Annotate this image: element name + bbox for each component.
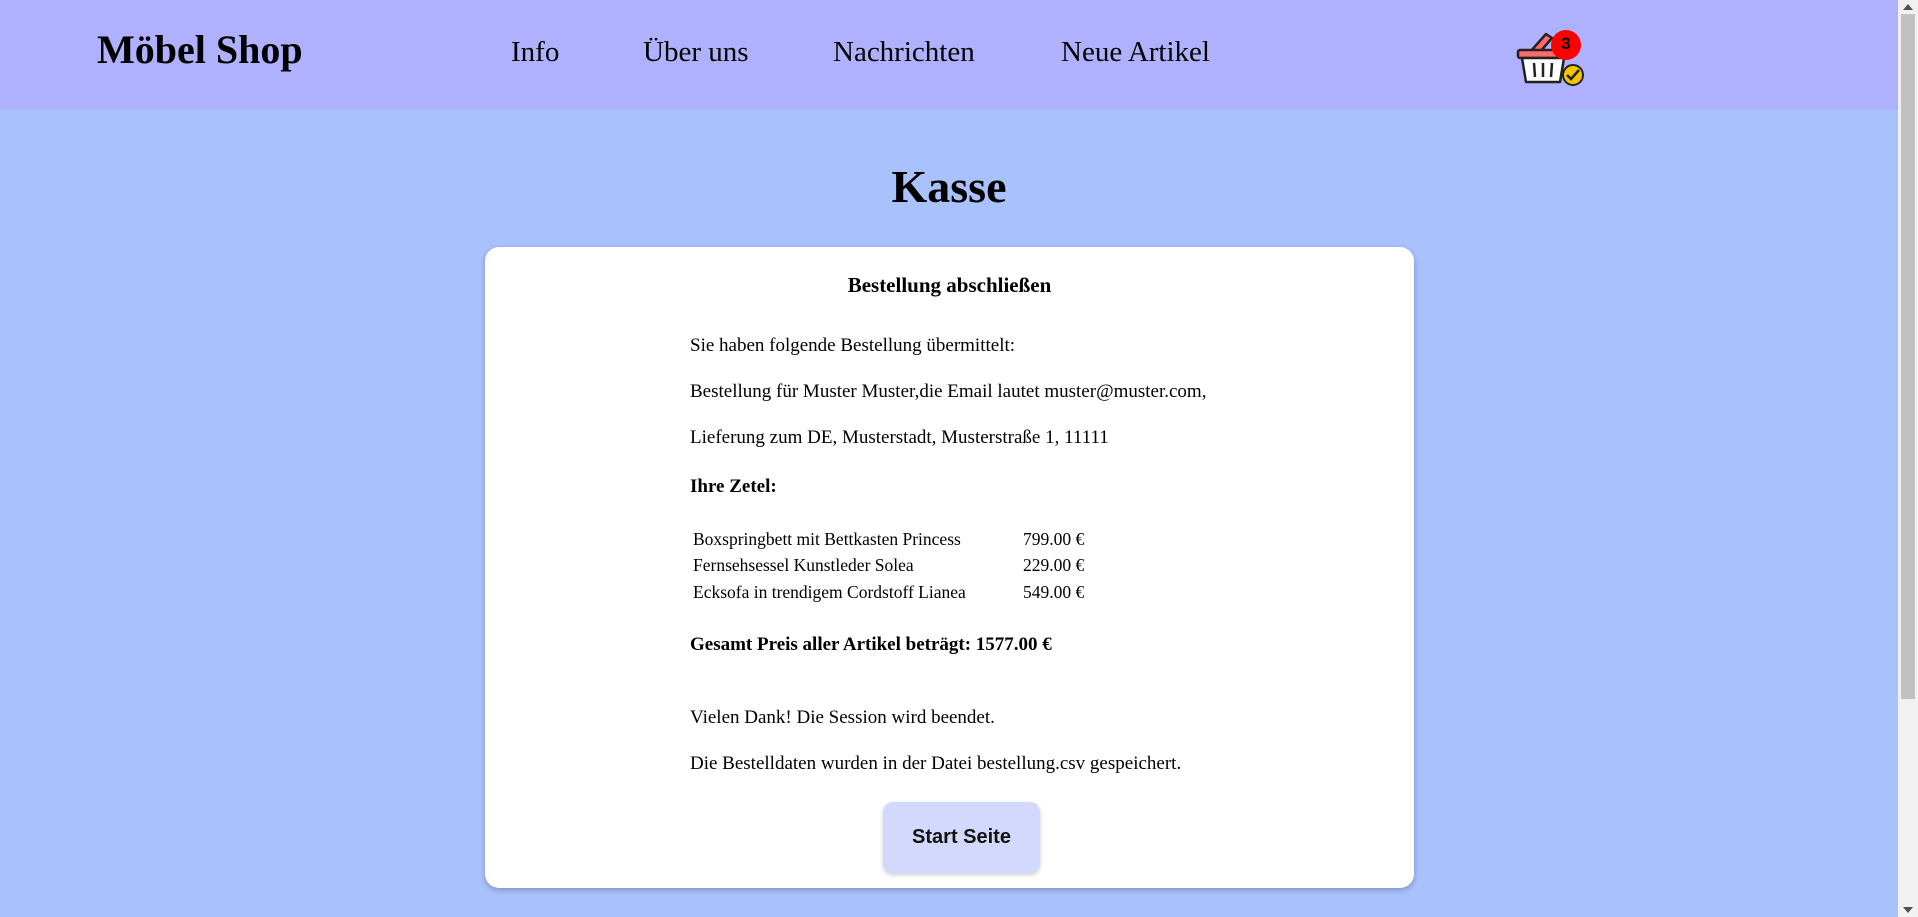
saved-note: Die Bestelldaten wurden in der Datei bes… — [690, 753, 1182, 774]
order-items-table: Boxspringbett mit Bettkasten Princess 79… — [693, 526, 1084, 606]
start-page-button[interactable]: Start Seite — [883, 802, 1040, 873]
table-row: Fernsehsessel Kunstleder Solea 229.00 € — [693, 553, 1084, 580]
item-name: Ecksofa in trendigem Cordstoff Lianea — [693, 581, 966, 602]
delivery-text: Lieferung zum DE, Musterstadt, Musterstr… — [690, 427, 1109, 448]
item-name: Fernsehsessel Kunstleder Solea — [693, 555, 914, 576]
thanks-text: Vielen Dank! Die Session wird beendet. — [690, 707, 995, 728]
nav-item-neue-artikel[interactable]: Neue Artikel — [1061, 36, 1210, 69]
site-header: Möbel Shop Info Über uns Nachrichten Neu… — [0, 0, 1898, 110]
card-title: Bestellung abschließen — [847, 273, 1052, 297]
page-title: Kasse — [891, 161, 1007, 212]
nav-item-nachrichten[interactable]: Nachrichten — [833, 36, 975, 69]
nav-item-ueber-uns[interactable]: Über uns — [643, 36, 749, 69]
cart-count-badge: 3 — [1551, 30, 1581, 60]
item-name: Boxspringbett mit Bettkasten Princess — [693, 528, 961, 549]
item-price: 799.00 € — [1023, 528, 1085, 549]
scroll-thumb[interactable] — [1901, 14, 1915, 699]
table-row: Ecksofa in trendigem Cordstoff Lianea 54… — [693, 579, 1084, 606]
check-icon — [1562, 64, 1584, 86]
item-price: 549.00 € — [1023, 581, 1085, 602]
scroll-up-icon[interactable] — [1903, 4, 1913, 10]
table-row: Boxspringbett mit Bettkasten Princess 79… — [693, 526, 1084, 553]
items-heading: Ihre Zetel: — [690, 476, 777, 497]
site-logo[interactable]: Möbel Shop — [97, 26, 303, 73]
cart-button[interactable]: 3 — [1516, 28, 1584, 90]
intro-text: Sie haben folgende Bestellung übermittel… — [690, 335, 1016, 356]
nav-item-info[interactable]: Info — [511, 36, 559, 69]
customer-text: Bestellung für Muster Muster,die Email l… — [690, 381, 1207, 402]
scroll-down-icon[interactable] — [1903, 907, 1913, 913]
order-summary-card: Bestellung abschließen Sie haben folgend… — [485, 247, 1414, 888]
scrollbar[interactable] — [1898, 0, 1918, 917]
item-price: 229.00 € — [1023, 555, 1085, 576]
total-text: Gesamt Preis aller Artikel beträgt: 1577… — [690, 634, 1052, 655]
